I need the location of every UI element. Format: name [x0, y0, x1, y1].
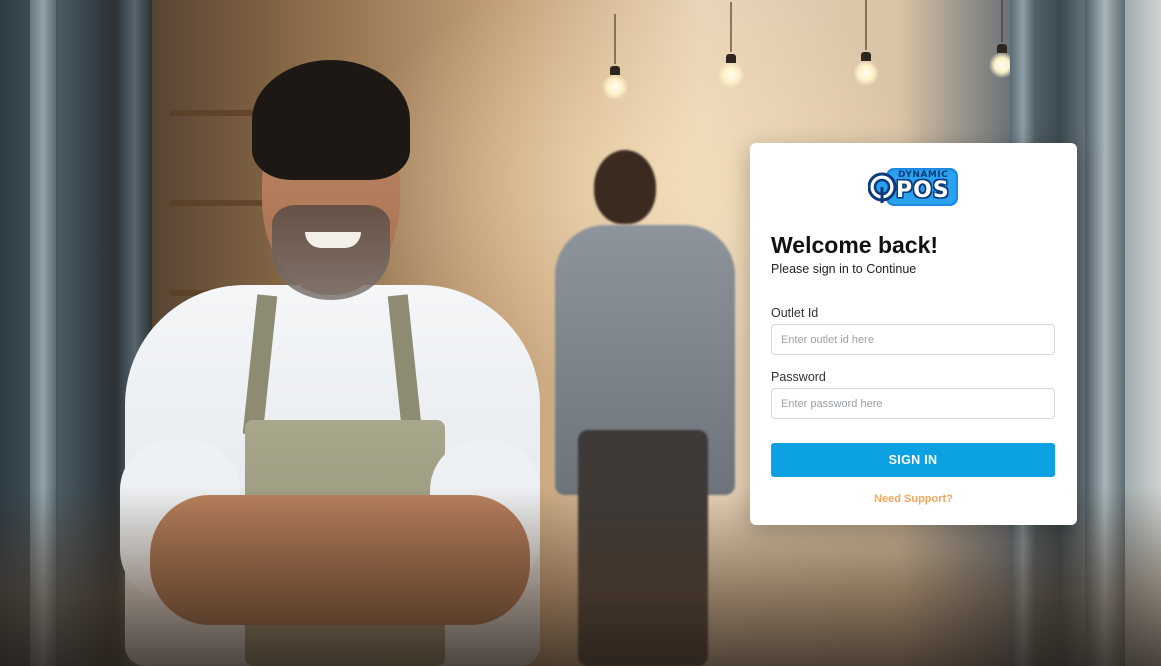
pendant-light	[718, 2, 744, 88]
password-label: Password	[771, 370, 826, 384]
logo-main-text: POS	[896, 178, 950, 203]
page-title: Welcome back!	[771, 232, 939, 258]
password-input[interactable]	[771, 388, 1055, 419]
need-support-link[interactable]: Need Support?	[750, 493, 1077, 505]
login-card: DYNAMIC POS Welcome back! Please sign in…	[750, 143, 1077, 525]
owner-smile	[305, 232, 361, 248]
background-worker-head	[594, 150, 656, 224]
page-subtitle: Please sign in to Continue	[771, 262, 917, 276]
outlet-id-input[interactable]	[771, 324, 1055, 355]
dynamic-pos-logo: DYNAMIC POS	[868, 165, 960, 209]
owner-beard	[272, 205, 390, 300]
pendant-light	[602, 14, 628, 100]
outlet-id-label: Outlet Id	[771, 306, 819, 320]
owner-hair	[252, 60, 410, 180]
sign-in-button[interactable]: SIGN IN	[771, 443, 1055, 477]
pendant-light	[853, 0, 879, 86]
